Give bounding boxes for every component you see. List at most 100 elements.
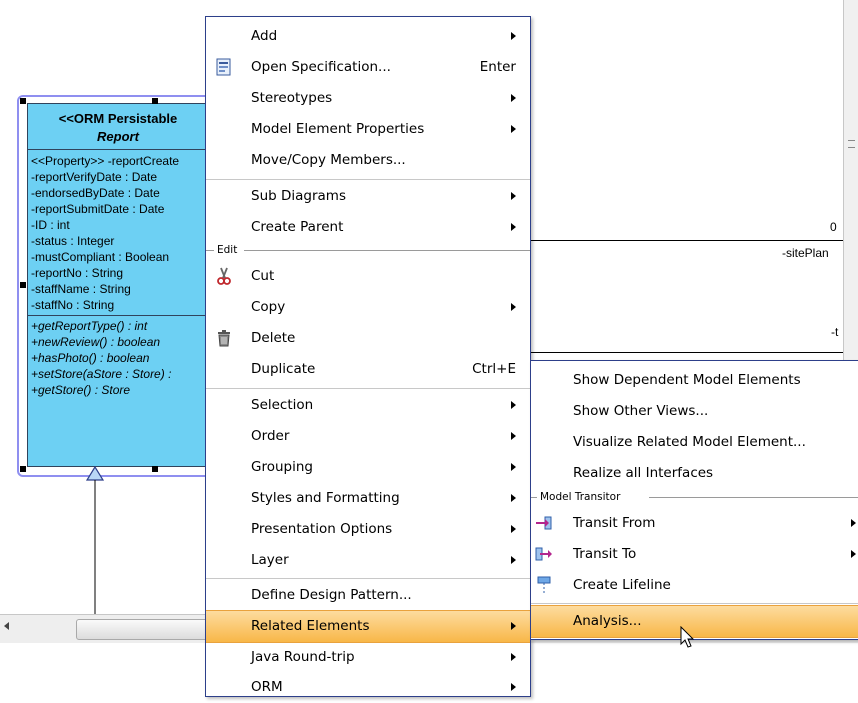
submenu-arrow-icon (511, 303, 516, 311)
submenu-arrow-icon (511, 463, 516, 471)
menu-item-related-elements[interactable]: Related Elements (206, 610, 530, 643)
submenu-arrow-icon (511, 32, 516, 40)
submenu-arrow-icon (511, 94, 516, 102)
menu-item-label: Presentation Options (251, 521, 393, 537)
menu-item-open-specification[interactable]: Open Specification... Enter (206, 52, 530, 83)
menu-item-define-design-pattern[interactable]: Define Design Pattern... (206, 580, 530, 611)
submenu-arrow-icon (511, 683, 516, 691)
class-attribute[interactable]: <<Property>> -reportCreate (31, 154, 179, 169)
menu-item-label: Create Lifeline (573, 577, 671, 593)
submenu-arrow-icon (511, 192, 516, 200)
class-attribute[interactable]: -staffName : String (31, 282, 131, 297)
menu-item-label: Create Parent (251, 219, 344, 235)
group-line (206, 250, 214, 251)
scroll-thumb[interactable] (76, 619, 210, 640)
menu-item-label: Model Element Properties (251, 121, 425, 137)
submenu-arrow-icon (511, 125, 516, 133)
menu-separator (206, 388, 530, 389)
menu-item-show-other-views[interactable]: Show Other Views... (531, 396, 858, 427)
menu-item-styles-and-formatting[interactable]: Styles and Formatting (206, 483, 530, 514)
class-attribute[interactable]: -reportNo : String (31, 266, 123, 281)
menu-item-transit-to[interactable]: Transit To (531, 539, 858, 570)
menu-item-stereotypes[interactable]: Stereotypes (206, 83, 530, 114)
menu-item-label: Transit To (573, 546, 637, 562)
group-title: Edit (214, 244, 241, 257)
menu-item-delete[interactable]: Delete (206, 323, 530, 354)
resize-handle[interactable] (20, 282, 26, 288)
menu-item-grouping[interactable]: Grouping (206, 452, 530, 483)
vertical-scrollbar[interactable] (843, 0, 858, 360)
menu-item-sub-diagrams[interactable]: Sub Diagrams (206, 181, 530, 212)
menu-separator (531, 603, 858, 604)
related-elements-submenu: Show Dependent Model Elements Show Other… (530, 360, 858, 640)
resize-handle[interactable] (152, 466, 158, 472)
class-report[interactable]: <<ORM Persistable Report <<Property>> -r… (27, 103, 209, 467)
menu-group-edit: Edit (206, 244, 530, 258)
menu-group-model-transitor: Model Transitor (531, 491, 858, 505)
menu-item-create-lifeline[interactable]: Create Lifeline (531, 570, 858, 601)
menu-item-label: Styles and Formatting (251, 490, 400, 506)
menu-item-java-round-trip[interactable]: Java Round-trip (206, 642, 530, 673)
multiplicity-label: 0 (830, 220, 837, 234)
menu-item-label: Realize all Interfaces (573, 465, 714, 481)
menu-item-layer[interactable]: Layer (206, 545, 530, 576)
menu-item-label: Stereotypes (251, 90, 333, 106)
submenu-arrow-icon (511, 494, 516, 502)
class-operation[interactable]: +newReview() : boolean (31, 335, 160, 350)
scroll-left-icon[interactable] (4, 622, 9, 630)
menu-item-move-copy-members[interactable]: Move/Copy Members... (206, 145, 530, 176)
submenu-arrow-icon (511, 622, 516, 630)
menu-item-label: ORM (251, 679, 283, 695)
class-operation[interactable]: +getReportType() : int (31, 319, 147, 334)
menu-item-label: Duplicate (251, 361, 316, 377)
menu-item-presentation-options[interactable]: Presentation Options (206, 514, 530, 545)
menu-item-copy[interactable]: Copy (206, 292, 530, 323)
menu-item-cut[interactable]: Cut (206, 261, 530, 292)
class-attribute[interactable]: -reportVerifyDate : Date (31, 170, 157, 185)
generalization-connector[interactable] (80, 465, 110, 625)
scroll-grip-icon (848, 140, 855, 148)
role-label: -t (831, 325, 839, 339)
role-label: -sitePlan (782, 246, 829, 260)
menu-item-transit-from[interactable]: Transit From (531, 508, 858, 539)
class-attribute[interactable]: -mustCompliant : Boolean (31, 250, 169, 265)
menu-item-selection[interactable]: Selection (206, 390, 530, 421)
class-operation[interactable]: +hasPhoto() : boolean (31, 351, 149, 366)
class-stereotype: <<ORM Persistable (58, 111, 178, 126)
menu-item-label: Show Dependent Model Elements (573, 372, 801, 388)
association-line[interactable] (530, 240, 843, 241)
menu-item-create-parent[interactable]: Create Parent (206, 212, 530, 243)
menu-item-label: Related Elements (251, 618, 370, 634)
menu-item-model-element-properties[interactable]: Model Element Properties (206, 114, 530, 145)
menu-item-visualize-related-model-element[interactable]: Visualize Related Model Element... (531, 427, 858, 458)
resize-handle[interactable] (20, 466, 26, 472)
submenu-arrow-icon (851, 550, 856, 558)
menu-item-duplicate[interactable]: Duplicate Ctrl+E (206, 354, 530, 385)
menu-item-label: Analysis... (573, 613, 642, 629)
class-attribute[interactable]: -ID : int (31, 218, 70, 233)
resize-handle[interactable] (152, 98, 158, 104)
menu-item-label: Sub Diagrams (251, 188, 346, 204)
menu-item-realize-all-interfaces[interactable]: Realize all Interfaces (531, 458, 858, 489)
group-line (649, 497, 858, 498)
menu-item-label: Add (251, 28, 278, 44)
association-line[interactable] (530, 352, 843, 353)
class-attribute[interactable]: -status : Integer (31, 234, 114, 249)
menu-item-show-dependent-model-elements[interactable]: Show Dependent Model Elements (531, 365, 858, 396)
class-operation[interactable]: +setStore(aStore : Store) : (31, 367, 171, 382)
class-attribute[interactable]: -endorsedByDate : Date (31, 186, 160, 201)
menu-item-label: Cut (251, 268, 275, 284)
class-attribute[interactable]: -staffNo : String (31, 298, 114, 313)
menu-item-label: Java Round-trip (251, 649, 355, 665)
class-attribute[interactable]: -reportSubmitDate : Date (31, 202, 164, 217)
menu-item-order[interactable]: Order (206, 421, 530, 452)
menu-item-orm[interactable]: ORM (206, 672, 530, 703)
menu-item-label: Open Specification... (251, 59, 391, 75)
menu-separator (206, 578, 530, 579)
menu-item-label: Visualize Related Model Element... (573, 434, 806, 450)
resize-handle[interactable] (20, 98, 26, 104)
menu-item-add[interactable]: Add (206, 21, 530, 52)
group-line (244, 250, 530, 251)
menu-item-label: Order (251, 428, 290, 444)
class-operation[interactable]: +getStore() : Store (31, 383, 130, 398)
